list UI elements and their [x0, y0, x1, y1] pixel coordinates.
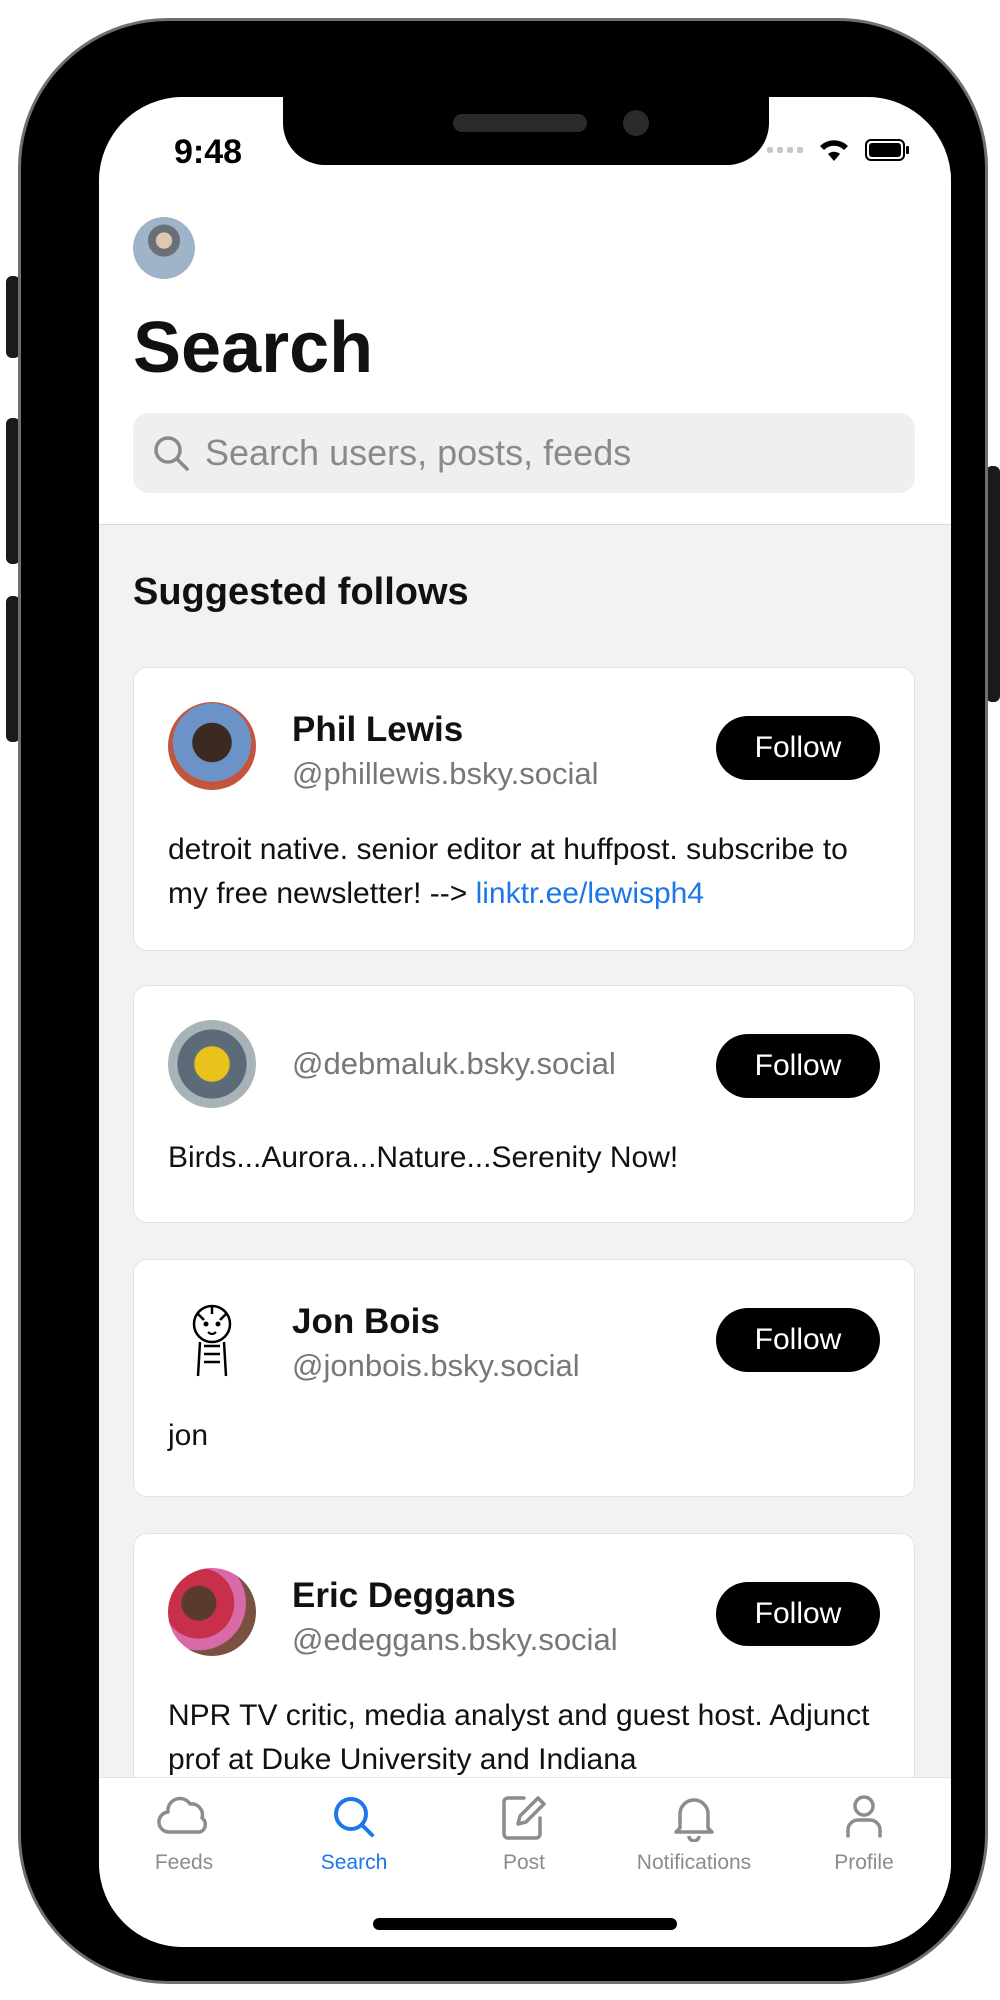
- avatar[interactable]: [168, 1568, 256, 1656]
- user-bio: NPR TV critic, media analyst and guest h…: [168, 1699, 870, 1776]
- signal-icon: [767, 147, 803, 153]
- tab-label: Post: [502, 1851, 546, 1874]
- tab-notifications[interactable]: Notifications: [609, 1792, 779, 1875]
- home-indicator[interactable]: [373, 1918, 677, 1930]
- search-icon: [334, 1797, 374, 1837]
- tab-label: Search: [320, 1851, 388, 1874]
- follow-button[interactable]: Follow: [716, 1034, 880, 1098]
- user-bio: detroit native. senior editor at huffpos…: [168, 828, 880, 916]
- user-name: Phil Lewis: [292, 710, 464, 749]
- tab-search[interactable]: Search: [269, 1792, 439, 1875]
- user-handle: @edeggans.bsky.social: [292, 1622, 618, 1657]
- bio-link[interactable]: linktr.ee/lewisph4: [476, 877, 704, 910]
- speaker: [453, 114, 587, 132]
- search-box[interactable]: [133, 413, 915, 493]
- tab-post[interactable]: Post: [439, 1792, 609, 1875]
- screen: 9:48 Search Search users, posts, feeds S…: [99, 97, 951, 1947]
- tab-bar: Feeds Search Post Notifications Profile: [99, 1777, 951, 1947]
- person-icon: [846, 1795, 882, 1838]
- avatar[interactable]: [168, 1294, 256, 1382]
- avatar[interactable]: [168, 1020, 256, 1108]
- tiger-cartoon-icon: [192, 1304, 232, 1377]
- power-button: [986, 466, 1000, 702]
- user-name: Jon Bois: [292, 1302, 440, 1341]
- user-avatar[interactable]: [133, 217, 195, 279]
- front-camera: [623, 110, 649, 136]
- cloud-icon: [157, 1796, 207, 1834]
- phone-frame: 9:48 Search Search users, posts, feeds S…: [18, 18, 988, 1984]
- search-input[interactable]: [205, 432, 905, 474]
- user-handle: @phillewis.bsky.social: [292, 756, 599, 791]
- section-title: Suggested follows: [133, 571, 469, 613]
- bell-icon: [674, 1798, 714, 1843]
- follow-button[interactable]: Follow: [716, 716, 880, 780]
- suggestion-card[interactable]: Phil Lewis @phillewis.bsky.social Follow…: [133, 667, 915, 951]
- page-title: Search: [133, 308, 374, 388]
- status-icons: [767, 137, 911, 163]
- user-handle: @jonbois.bsky.social: [292, 1348, 580, 1383]
- tab-label: Notifications: [636, 1851, 752, 1874]
- tab-feeds[interactable]: Feeds: [99, 1792, 269, 1875]
- user-bio: Birds...Aurora...Nature...Serenity Now!: [168, 1141, 679, 1174]
- battery-icon: [865, 139, 909, 161]
- compose-icon: [502, 1796, 546, 1840]
- notch: [283, 97, 769, 165]
- wifi-icon: [820, 140, 848, 161]
- user-bio: jon: [168, 1419, 209, 1452]
- status-time: 9:48: [174, 133, 243, 171]
- follow-button[interactable]: Follow: [716, 1582, 880, 1646]
- follow-button[interactable]: Follow: [716, 1308, 880, 1372]
- avatar[interactable]: [168, 702, 256, 790]
- tab-label: Feeds: [154, 1851, 214, 1874]
- user-handle: @debmaluk.bsky.social: [292, 1046, 616, 1081]
- tab-profile[interactable]: Profile: [779, 1792, 949, 1875]
- suggestions-panel: Suggested follows Phil Lewis @phillewis.…: [99, 525, 951, 1825]
- tab-label: Profile: [834, 1851, 894, 1874]
- suggestion-card[interactable]: @debmaluk.bsky.social Follow Birds...Aur…: [133, 985, 915, 1223]
- search-icon: [154, 436, 189, 471]
- user-name: Eric Deggans: [292, 1576, 516, 1615]
- suggestion-card[interactable]: Jon Bois @jonbois.bsky.social Follow jon: [133, 1259, 915, 1497]
